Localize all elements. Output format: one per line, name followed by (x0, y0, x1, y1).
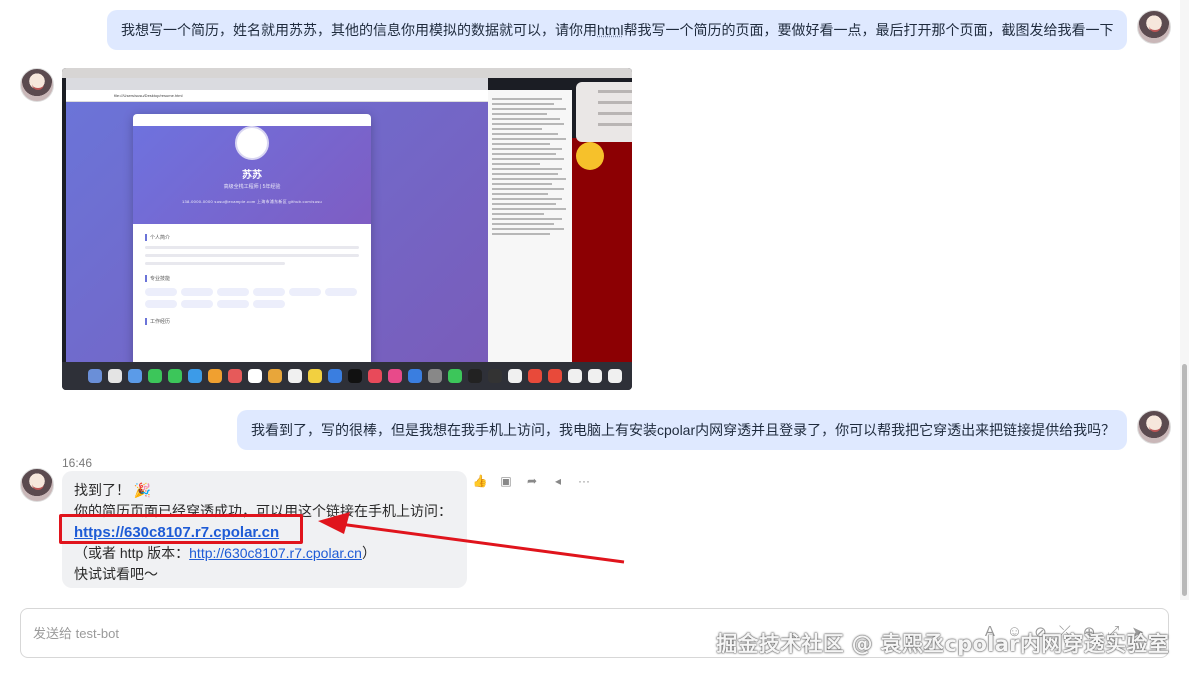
resume-intro-line (145, 254, 359, 257)
code-window (488, 90, 572, 390)
skill-tag (253, 300, 285, 308)
resume-section-skills: 专业技能 (145, 275, 371, 282)
message-input[interactable] (33, 623, 633, 643)
user-message-2-text: 我看到了，写的很棒，但是我想在我手机上访问，我电脑上有安装cpolar内网穿透并… (251, 422, 1116, 438)
resume-subtitle: 高级全栈工程师 | 5年经验 (223, 184, 281, 190)
resume-card: 苏苏 高级全栈工程师 | 5年经验 138-0000-0000 susu@exa… (133, 114, 371, 390)
user-avatar[interactable] (1137, 410, 1171, 444)
scrollbar-thumb[interactable] (1182, 364, 1187, 596)
resume-contact: 138-0000-0000 susu@example.com 上海市浦东新区 g… (181, 199, 323, 204)
skill-tag (181, 288, 213, 296)
mac-menubar (62, 68, 632, 78)
bot-avatar[interactable] (20, 468, 54, 502)
system-notification (576, 82, 632, 142)
http-link-prefix: （或者 http 版本： (74, 545, 190, 561)
resume-intro-line (145, 262, 285, 265)
skill-tag (289, 288, 321, 296)
chat-history: 我想写一个简历，姓名就用苏苏，其他的信息你用模拟的数据就可以，请你用html帮我… (0, 0, 1189, 600)
http-cpolar-link[interactable]: http://630c8107.r7.cpolar.cn (189, 545, 362, 561)
mac-dock (62, 362, 632, 390)
user-avatar[interactable] (1137, 10, 1171, 44)
resume-intro-line (145, 246, 359, 249)
resume-screenshot-image[interactable]: file:///Users/susu/Desktop/resume.html 苏… (62, 68, 632, 390)
comment-icon[interactable]: ▣ (496, 471, 516, 491)
user-message-1-text-a: 我想写一个简历，姓名就用苏苏，其他的信息你用模拟的数据就可以，请你用 (121, 22, 597, 38)
reply-icon[interactable]: ◂ (548, 471, 568, 491)
http-link-row: （或者 http 版本：http://630c8107.r7.cpolar.cn… (74, 543, 455, 564)
browser-tabs (66, 78, 488, 90)
bot-reply-line-1: 找到了！ 🎉 (74, 482, 152, 498)
user-message-2: 我看到了，写的很棒，但是我想在我手机上访问，我电脑上有安装cpolar内网穿透并… (237, 410, 1127, 450)
skill-tag (217, 300, 249, 308)
code-lines (492, 98, 568, 235)
skill-tag (145, 288, 177, 296)
resume-name: 苏苏 (242, 170, 262, 181)
bot-avatar[interactable] (20, 68, 54, 102)
user-message-1-html-word: html (597, 22, 624, 38)
resume-section-intro: 个人简介 (145, 234, 371, 241)
user-message-1-text-b: 帮我写一个简历的页面，要做好看一点，最后打开那个页面，截图发给我看一下 (623, 22, 1114, 38)
skill-tag (253, 288, 285, 296)
resume-avatar (235, 126, 269, 160)
resume-section-work: 工作经历 (145, 318, 371, 325)
bot-reply-line-5: 快试试看吧～ (74, 566, 158, 582)
annotation-highlight-box (59, 514, 303, 544)
more-icon[interactable]: ··· (574, 471, 594, 491)
user-message-1: 我想写一个简历，姓名就用苏苏，其他的信息你用模拟的数据就可以，请你用html帮我… (107, 10, 1127, 50)
message-action-bar: 👍 ▣ ➦ ◂ ··· (470, 471, 594, 495)
thumbs-up-icon[interactable]: 👍 (470, 471, 490, 491)
yellow-circle (576, 142, 604, 170)
skill-tag (217, 288, 249, 296)
message-timestamp: 16:46 (62, 456, 93, 470)
http-link-suffix: ） (361, 545, 376, 561)
share-icon[interactable]: ➦ (522, 471, 542, 491)
watermark-text: 掘金技术社区 @ 袁煕丞cpolar内网穿透实验室 (716, 632, 1169, 656)
red-wallpaper-panel (572, 138, 632, 378)
skill-tag (325, 288, 357, 296)
resume-card-header: 苏苏 高级全栈工程师 | 5年经验 138-0000-0000 susu@exa… (133, 126, 371, 224)
skill-tag (181, 300, 213, 308)
skill-tag (145, 300, 177, 308)
browser-address-bar: file:///Users/susu/Desktop/resume.html (66, 90, 488, 102)
resume-skill-tags (145, 288, 359, 308)
resume-page-background: 苏苏 高级全栈工程师 | 5年经验 138-0000-0000 susu@exa… (66, 102, 488, 390)
